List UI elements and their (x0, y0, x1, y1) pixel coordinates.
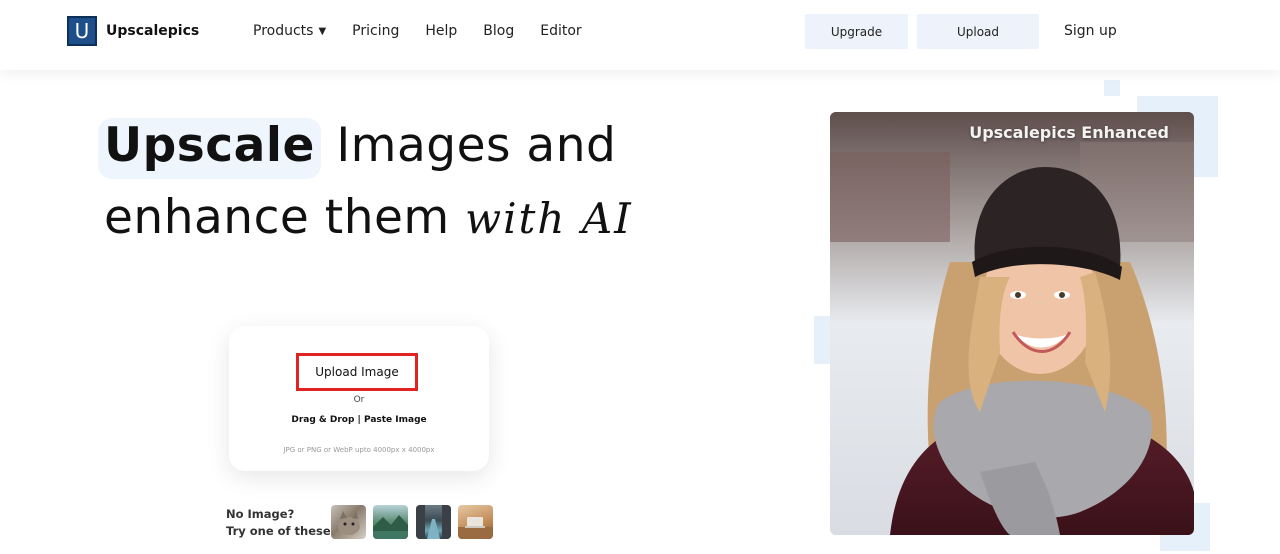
upload-image-button[interactable]: Upload Image (296, 353, 418, 391)
enhanced-showcase-image: Upscalepics Enhanced (830, 112, 1194, 535)
hero-highlight: Upscale (98, 118, 321, 173)
nav-pricing[interactable]: Pricing (352, 23, 399, 39)
sample-thumbnail-cat[interactable] (331, 505, 366, 539)
street-image (416, 505, 451, 539)
sample-thumbnail-landscape[interactable] (373, 505, 408, 539)
sample-thumbnail-desk[interactable] (458, 505, 493, 539)
hero-line-2-main: enhance them (104, 190, 450, 245)
upgrade-button[interactable]: Upgrade (805, 14, 908, 49)
nav-help[interactable]: Help (425, 23, 457, 39)
sample-thumbnail-street[interactable] (416, 505, 451, 539)
decor-square (1104, 80, 1120, 96)
nav-products-label: Products (253, 23, 314, 39)
sample-prompt-line-1: No Image? (226, 507, 295, 521)
brand-logo[interactable]: U Upscalepics (67, 16, 199, 46)
enhanced-label: Upscalepics Enhanced (969, 123, 1169, 142)
nav-blog[interactable]: Blog (483, 23, 514, 39)
nav-products[interactable]: Products ▼ (253, 23, 326, 39)
logo-mark: U (67, 16, 97, 46)
hero-line-1-rest: Images and (336, 118, 617, 173)
or-separator: Or (353, 395, 365, 405)
cat-image (338, 511, 360, 535)
hero-script-text: with AI (465, 194, 633, 243)
signup-link[interactable]: Sign up (1064, 23, 1117, 39)
hero-line-2: enhance them with AI (104, 182, 633, 255)
caret-down-icon: ▼ (318, 25, 327, 37)
hero-heading: Upscale Images and enhance them with AI (98, 110, 633, 255)
portrait-illustration (830, 112, 1194, 535)
logo-letter: U (74, 19, 90, 43)
supported-formats-text: JPG or PNG or WebP upto 4000px x 4000px (283, 446, 435, 454)
hero-line-1: Upscale Images and (98, 110, 633, 182)
top-navbar: U Upscalepics Products ▼ Pricing Help Bl… (0, 0, 1280, 70)
upload-button[interactable]: Upload (917, 14, 1039, 49)
main-nav: Products ▼ Pricing Help Blog Editor (253, 23, 608, 39)
desk-image (458, 517, 493, 539)
landscape-image (373, 515, 408, 539)
sample-prompt: No Image? Try one of these : (226, 506, 339, 540)
drag-drop-paste-text[interactable]: Drag & Drop | Paste Image (229, 415, 489, 425)
brand-name: Upscalepics (106, 23, 200, 39)
upload-card[interactable]: Upload Image Or Drag & Drop | Paste Imag… (229, 326, 489, 471)
nav-editor[interactable]: Editor (540, 23, 581, 39)
sample-prompt-line-2: Try one of these : (226, 524, 340, 538)
